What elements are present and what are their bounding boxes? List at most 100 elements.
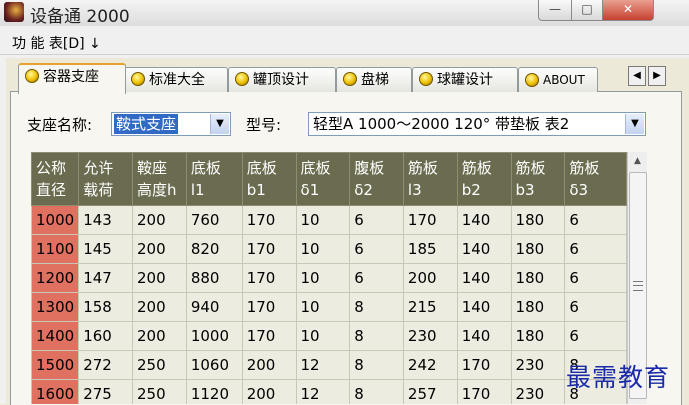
table-cell[interactable]: 8	[349, 292, 404, 322]
table-row[interactable]: 1200 147 200 880 170 10 6 200 140 180 6	[31, 263, 627, 293]
table-cell[interactable]: 200	[241, 379, 297, 404]
table-cell[interactable]: 10	[295, 263, 351, 293]
tab-scroll-right-button[interactable]: ▶	[648, 66, 666, 86]
column-header[interactable]: 允许 载荷	[78, 152, 133, 206]
column-header[interactable]: 底板 b1	[241, 152, 297, 206]
table-cell[interactable]: 170	[241, 263, 297, 293]
table-cell[interactable]: 760	[185, 205, 243, 235]
table-cell[interactable]: 200	[241, 350, 297, 380]
tab-tank-roof[interactable]: 罐顶设计	[228, 67, 336, 92]
table-cell[interactable]: 180	[510, 234, 566, 264]
table-cell[interactable]: 10	[295, 292, 351, 322]
table-cell[interactable]: 200	[132, 292, 187, 322]
table-cell[interactable]: 1060	[185, 350, 243, 380]
table-cell[interactable]: 6	[564, 234, 627, 264]
table-cell[interactable]: 8	[349, 350, 404, 380]
table-cell[interactable]: 6	[349, 234, 404, 264]
table-row[interactable]: 1300 158 200 940 170 10 8 215 140 180 6	[31, 292, 627, 322]
table-cell[interactable]: 200	[402, 263, 458, 293]
table-row[interactable]: 1600 275 250 1120 200 12 8 257 170 230 8	[31, 379, 627, 404]
minimize-button[interactable]: —	[538, 0, 572, 21]
nominal-diameter-cell[interactable]: 1400	[31, 321, 80, 351]
table-cell[interactable]: 8	[349, 321, 404, 351]
table-cell[interactable]: 170	[241, 234, 297, 264]
tab-spherical-tank[interactable]: 球罐设计	[412, 67, 518, 92]
nominal-diameter-cell[interactable]: 1100	[31, 234, 80, 264]
table-cell[interactable]: 257	[402, 379, 458, 404]
table-cell[interactable]: 820	[185, 234, 243, 264]
nominal-diameter-cell[interactable]: 1600	[31, 379, 80, 404]
table-cell[interactable]: 250	[132, 350, 187, 380]
nominal-diameter-cell[interactable]: 1000	[31, 205, 80, 235]
tab-scroll-left-button[interactable]: ◀	[628, 66, 646, 86]
table-cell[interactable]: 170	[456, 350, 512, 380]
table-cell[interactable]: 8	[349, 379, 404, 404]
table-cell[interactable]: 140	[456, 263, 512, 293]
table-cell[interactable]: 158	[78, 292, 133, 322]
table-cell[interactable]: 170	[241, 321, 297, 351]
table-cell[interactable]: 143	[78, 205, 133, 235]
table-cell[interactable]: 185	[402, 234, 458, 264]
column-header[interactable]: 公称 直径	[31, 152, 80, 206]
table-cell[interactable]: 230	[402, 321, 458, 351]
table-cell[interactable]: 275	[78, 379, 133, 404]
column-header[interactable]: 腹板 δ2	[349, 152, 404, 206]
table-cell[interactable]: 170	[402, 205, 458, 235]
table-cell[interactable]: 160	[78, 321, 133, 351]
column-header[interactable]: 筋板 b2	[456, 152, 512, 206]
table-cell[interactable]: 140	[456, 292, 512, 322]
table-cell[interactable]: 10	[295, 234, 351, 264]
chevron-down-icon[interactable]: ▼	[625, 114, 644, 134]
table-cell[interactable]: 10	[295, 205, 351, 235]
table-cell[interactable]: 230	[510, 350, 566, 380]
chevron-down-icon[interactable]: ▼	[210, 114, 229, 134]
menu-function-table[interactable]: 功 能 表[D] ↓	[12, 33, 101, 53]
table-row[interactable]: 1000 143 200 760 170 10 6 170 140 180 6	[31, 205, 627, 235]
table-cell[interactable]: 272	[78, 350, 133, 380]
table-cell[interactable]: 940	[185, 292, 243, 322]
table-cell[interactable]: 880	[185, 263, 243, 293]
table-cell[interactable]: 180	[510, 263, 566, 293]
maximize-button[interactable]: □	[571, 0, 603, 21]
table-cell[interactable]: 250	[132, 379, 187, 404]
support-name-dropdown[interactable]: 鞍式支座 ▼	[111, 112, 231, 136]
nominal-diameter-cell[interactable]: 1300	[31, 292, 80, 322]
tab-standards[interactable]: 标准大全	[124, 67, 228, 92]
tab-container-support[interactable]: 容器支座	[18, 63, 126, 94]
table-cell[interactable]: 170	[456, 379, 512, 404]
table-cell[interactable]: 1120	[185, 379, 243, 404]
table-cell[interactable]: 180	[510, 292, 566, 322]
table-row[interactable]: 1400 160 200 1000 170 10 8 230 140 180 6	[31, 321, 627, 351]
table-cell[interactable]: 180	[510, 205, 566, 235]
table-row[interactable]: 1100 145 200 820 170 10 6 185 140 180 6	[31, 234, 627, 264]
table-cell[interactable]: 6	[564, 205, 627, 235]
table-cell[interactable]: 140	[456, 205, 512, 235]
table-cell[interactable]: 170	[241, 205, 297, 235]
table-cell[interactable]: 145	[78, 234, 133, 264]
table-cell[interactable]: 200	[132, 234, 187, 264]
table-cell[interactable]: 6	[564, 263, 627, 293]
table-cell[interactable]: 230	[510, 379, 566, 404]
table-cell[interactable]: 200	[132, 205, 187, 235]
scroll-up-arrow-icon[interactable]: ▲	[628, 152, 647, 170]
table-cell[interactable]: 140	[456, 321, 512, 351]
table-cell[interactable]: 180	[510, 321, 566, 351]
table-cell[interactable]: 200	[132, 263, 187, 293]
column-header[interactable]: 筋板 l3	[402, 152, 458, 206]
table-cell[interactable]: 200	[132, 321, 187, 351]
table-row[interactable]: 1500 272 250 1060 200 12 8 242 170 230 8	[31, 350, 627, 380]
table-cell[interactable]: 6	[564, 321, 627, 351]
nominal-diameter-cell[interactable]: 1200	[31, 263, 80, 293]
column-header[interactable]: 筋板 δ3	[564, 152, 627, 206]
table-cell[interactable]: 10	[295, 321, 351, 351]
table-cell[interactable]: 12	[295, 350, 351, 380]
column-header[interactable]: 筋板 b3	[510, 152, 566, 206]
nominal-diameter-cell[interactable]: 1500	[31, 350, 80, 380]
table-cell[interactable]: 6	[564, 292, 627, 322]
table-cell[interactable]: 242	[402, 350, 458, 380]
close-button[interactable]: ✕	[602, 0, 654, 21]
tab-stairs[interactable]: 盘梯	[336, 67, 412, 92]
table-cell[interactable]: 6	[349, 205, 404, 235]
table-cell[interactable]: 170	[241, 292, 297, 322]
column-header[interactable]: 鞍座 高度h	[132, 152, 187, 206]
